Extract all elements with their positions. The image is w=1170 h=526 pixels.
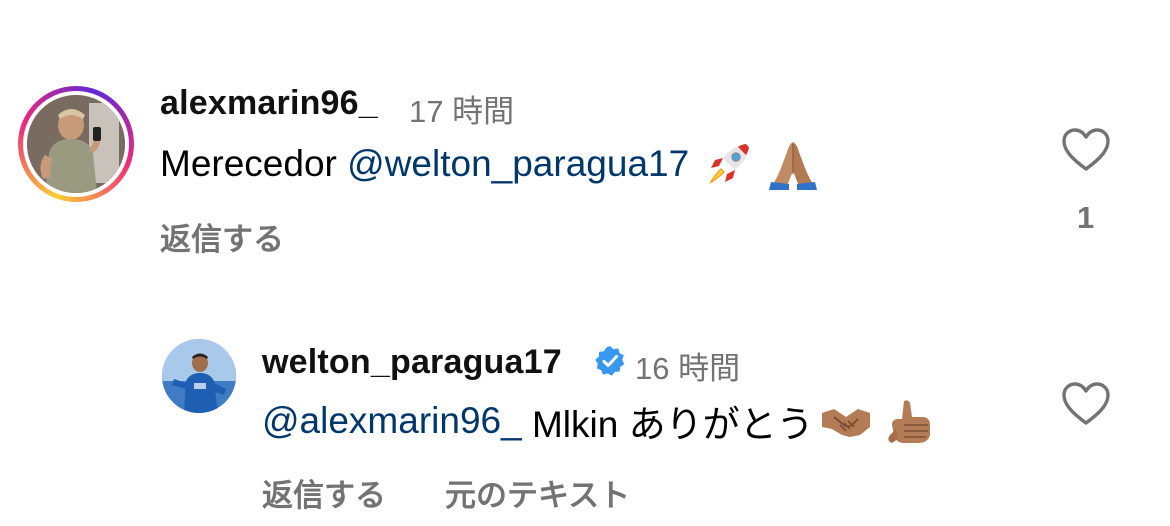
- see-original-text-button[interactable]: 元のテキスト: [445, 470, 630, 515]
- comment-text: @alexmarin96_ Mlkin ありがとう: [262, 394, 936, 448]
- like-count: 1: [1077, 200, 1095, 235]
- reply-button[interactable]: 返信する: [262, 470, 386, 515]
- mention-link[interactable]: @welton_paragua17: [347, 143, 689, 185]
- comments-thread: alexmarin96_ 17 時間 Merecedor @welton_par…: [0, 0, 1170, 526]
- heart-icon[interactable]: [1061, 127, 1111, 173]
- avatar[interactable]: [162, 339, 236, 413]
- story-ring-avatar[interactable]: [18, 86, 134, 202]
- comment-body: Merecedor: [160, 143, 337, 184]
- rocket-emoji: [709, 144, 750, 184]
- avatar: [27, 95, 125, 193]
- avatar-photo-illustration: [27, 95, 125, 193]
- call-me-hand-emoji: [887, 400, 930, 443]
- handshake-emoji: [821, 409, 870, 437]
- mention-link[interactable]: @alexmarin96_: [262, 400, 522, 442]
- folded-hands-emoji: [769, 142, 818, 190]
- comment-username[interactable]: alexmarin96_: [160, 84, 378, 123]
- comment-username[interactable]: welton_paragua17: [262, 343, 562, 382]
- comment-body: Mlkin ありがとう: [521, 404, 814, 445]
- comment-timestamp: 16 時間: [635, 351, 741, 386]
- comment-text: Merecedor @welton_paragua17: [160, 138, 819, 190]
- heart-icon[interactable]: [1061, 381, 1111, 427]
- reply-button[interactable]: 返信する: [160, 214, 284, 259]
- avatar-photo-illustration: [162, 339, 236, 413]
- comment-timestamp: 17 時間: [409, 94, 515, 129]
- avatar-gap: [23, 91, 129, 197]
- username-text[interactable]: welton_paragua17: [262, 343, 562, 381]
- verified-badge-icon: [595, 346, 625, 376]
